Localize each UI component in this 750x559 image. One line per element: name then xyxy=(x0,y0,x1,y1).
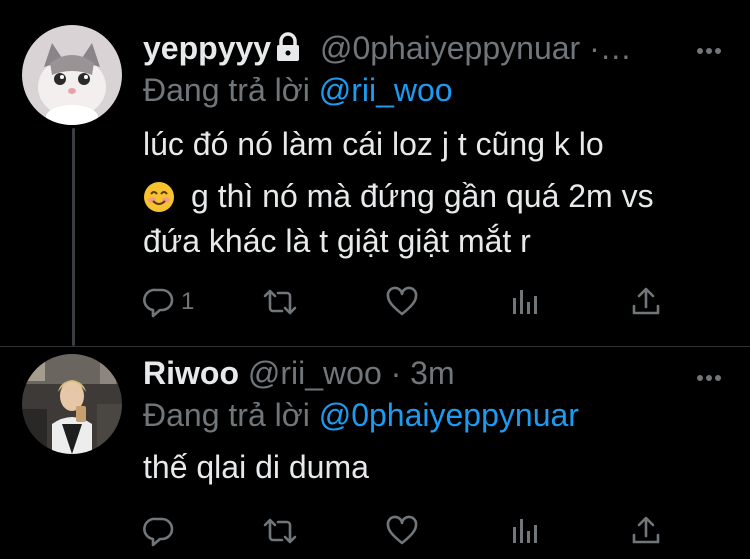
like-button[interactable] xyxy=(386,511,418,551)
tweet-text-line-1: thế qlai di duma xyxy=(143,449,369,485)
share-icon xyxy=(631,515,661,547)
replying-to-mention[interactable]: @rii_woo xyxy=(319,72,453,108)
user-handle[interactable]: @0phaiyeppynuar xyxy=(320,30,580,66)
tweet-text-line-1: lúc đó nó làm cái loz j t cũng k lo xyxy=(143,126,604,162)
tweet-time[interactable]: 3m xyxy=(410,355,454,391)
reply-icon xyxy=(143,515,175,547)
tweet-actions: 1 xyxy=(0,282,750,322)
separator-dot: · xyxy=(589,30,600,66)
more-icon[interactable] xyxy=(696,42,722,60)
tweet-header: Riwoo @rii_woo · 3m xyxy=(143,353,455,393)
share-icon xyxy=(631,286,661,318)
retweet-icon xyxy=(262,515,298,547)
tweet-2[interactable]: Riwoo @rii_woo · 3m Đang trả lời @0phaiy… xyxy=(0,347,750,559)
like-icon xyxy=(386,286,418,318)
analytics-button[interactable] xyxy=(511,282,539,322)
tweet-text-line-3: đứa khác là t giật giật mắt r xyxy=(143,223,531,259)
separator-dot: · xyxy=(390,355,402,391)
retweet-button[interactable] xyxy=(262,511,298,551)
like-button[interactable] xyxy=(386,282,418,322)
reply-button[interactable] xyxy=(143,511,181,551)
analytics-icon xyxy=(511,286,539,318)
reply-count: 1 xyxy=(181,288,195,315)
analytics-button[interactable] xyxy=(511,511,539,551)
analytics-icon xyxy=(511,515,539,547)
replying-to: Đang trả lời @rii_woo xyxy=(143,70,453,110)
share-button[interactable] xyxy=(631,282,661,322)
lock-icon xyxy=(275,31,301,71)
reply-button[interactable]: 1 xyxy=(143,282,194,322)
more-icon[interactable] xyxy=(696,369,722,387)
tweet-text-line-2-text: g thì nó mà đứng gần quá 2m vs xyxy=(191,178,654,214)
replying-prefix: Đang trả lời xyxy=(143,397,310,433)
tweet-time: … xyxy=(599,30,632,66)
retweet-icon xyxy=(262,286,298,318)
display-name[interactable]: yeppyyy xyxy=(143,30,271,66)
tweet-actions xyxy=(0,511,750,551)
avatar-cat[interactable] xyxy=(22,25,122,125)
avatar-riwoo[interactable] xyxy=(22,354,122,454)
display-name[interactable]: Riwoo xyxy=(143,355,239,391)
share-button[interactable] xyxy=(631,511,661,551)
replying-to-mention[interactable]: @0phaiyeppynuar xyxy=(319,397,579,433)
tweet-header: yeppyyy @0phaiyeppynuar ·… xyxy=(143,28,632,68)
like-icon xyxy=(386,515,418,547)
retweet-button[interactable] xyxy=(262,282,298,322)
replying-prefix: Đang trả lời xyxy=(143,72,310,108)
reply-icon xyxy=(143,286,175,318)
replying-to: Đang trả lời @0phaiyeppynuar xyxy=(143,395,579,435)
tweet-1[interactable]: yeppyyy @0phaiyeppynuar ·… Đang trả lời … xyxy=(0,0,750,346)
user-handle[interactable]: @rii_woo xyxy=(248,355,382,391)
